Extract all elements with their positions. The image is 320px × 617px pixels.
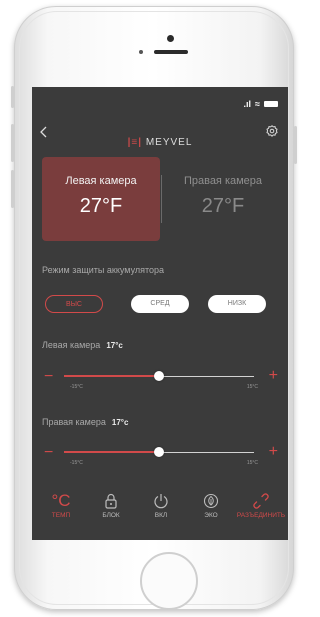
- left-temperature-slider[interactable]: − -15°C 15°C +: [42, 367, 282, 398]
- power-side-button: [294, 126, 297, 164]
- proximity-sensor: [139, 50, 143, 54]
- slider-min-label: -15°C: [70, 384, 83, 390]
- nav-disconnect[interactable]: РАЗЪЕДИНИТЬ: [236, 490, 286, 540]
- right-slider-label: Правая камера: [42, 417, 106, 427]
- right-chamber-temp: 27°F: [201, 195, 245, 217]
- front-camera: [167, 35, 174, 42]
- status-bar: .ıl ≈: [244, 99, 278, 109]
- nav-power[interactable]: ВКЛ: [136, 490, 186, 540]
- right-decrease-button[interactable]: −: [44, 444, 53, 462]
- earpiece-speaker: [154, 50, 188, 54]
- nav-power-label: ВКЛ: [154, 512, 168, 519]
- slider-fill: [64, 451, 159, 453]
- battery-mode-high-button[interactable]: ВЫС: [45, 295, 103, 313]
- nav-lock[interactable]: БЛОК: [86, 490, 136, 540]
- chamber-divider: [161, 175, 162, 223]
- wifi-icon: ≈: [255, 99, 260, 109]
- nav-eco-label: ЭКО: [204, 512, 218, 519]
- right-chamber-label: Правая камера: [183, 175, 263, 187]
- nav-temp[interactable]: °C ТЕМП: [36, 490, 86, 540]
- left-slider-value: 17°с: [106, 341, 123, 350]
- right-chamber-card[interactable]: Правая камера 27°F: [164, 157, 282, 241]
- signal-icon: .ıl: [243, 99, 252, 109]
- thermometer-celsius-icon: °C: [51, 491, 71, 510]
- mute-switch: [11, 86, 14, 108]
- lock-icon: [86, 490, 136, 512]
- volume-up-button: [11, 124, 14, 162]
- battery-mode-low-button[interactable]: НИЗК: [208, 295, 266, 313]
- bottom-nav: °C ТЕМП БЛОК ВКЛ ЭКО РАЗЪЕДИНИТЬ: [32, 490, 288, 540]
- right-slider-value: 17°с: [111, 418, 129, 427]
- left-chamber-card[interactable]: Левая камера 27°F: [42, 157, 160, 241]
- leaf-icon: [186, 490, 236, 512]
- left-decrease-button[interactable]: −: [44, 368, 53, 386]
- right-slider-label-row: Правая камера 17°с: [42, 417, 128, 427]
- slider-handle[interactable]: [154, 447, 164, 457]
- battery-icon: [264, 101, 278, 107]
- slider-handle[interactable]: [154, 371, 164, 381]
- brand-name: MEYVEL: [145, 137, 193, 148]
- left-chamber-temp: 27°F: [79, 195, 123, 217]
- battery-mode-medium-button[interactable]: СРЕД: [131, 295, 189, 313]
- slider-max-label: 15°C: [246, 460, 258, 466]
- nav-lock-label: БЛОК: [102, 512, 120, 519]
- left-chamber-label: Левая камера: [65, 175, 137, 187]
- left-slider-label-row: Левая камера 17°с: [42, 340, 123, 350]
- right-temperature-slider[interactable]: − -15°C 15°C +: [42, 443, 282, 474]
- right-increase-button[interactable]: +: [269, 443, 278, 461]
- brand-logo: |≡| MEYVEL: [32, 137, 288, 148]
- nav-eco[interactable]: ЭКО: [186, 490, 236, 540]
- left-slider-label: Левая камера: [42, 340, 101, 350]
- nav-temp-label: ТЕМП: [51, 512, 71, 519]
- volume-down-button: [11, 170, 14, 208]
- app-screen: .ıl ≈ |≡| MEYVEL Левая камера 27°F Права…: [32, 87, 288, 540]
- unlink-icon: [236, 490, 286, 512]
- slider-min-label: -15°C: [70, 460, 83, 466]
- brand-logo-mark: |≡|: [127, 137, 143, 148]
- power-icon: [136, 490, 186, 512]
- battery-mode-title: Режим защиты аккумулятора: [42, 265, 165, 275]
- gear-icon[interactable]: [266, 125, 278, 140]
- nav-disconnect-label: РАЗЪЕДИНИТЬ: [236, 512, 286, 519]
- slider-fill: [64, 375, 159, 377]
- home-button[interactable]: [140, 552, 198, 610]
- slider-max-label: 15°C: [246, 384, 258, 390]
- left-increase-button[interactable]: +: [269, 367, 278, 385]
